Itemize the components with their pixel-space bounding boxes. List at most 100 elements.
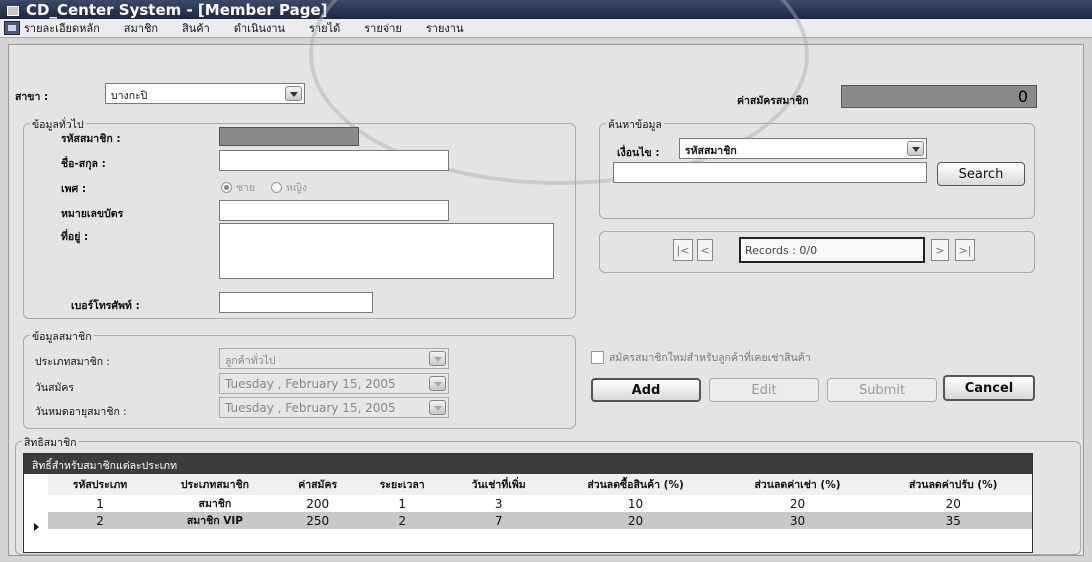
address-field[interactable] — [219, 223, 554, 279]
cell-fee: 250 — [277, 512, 358, 529]
expire-date-value: Tuesday , February 15, 2005 — [225, 401, 396, 415]
cell-extra-rent-days: 3 — [446, 495, 551, 512]
branch-value: บางกะปิ — [111, 90, 148, 102]
cell-duration: 2 — [357, 512, 447, 529]
rights-table: รหัสประเภท ประเภทสมาชิก ค่าสมัคร ระยะเวล… — [48, 474, 1032, 529]
branch-label: สาขา : — [15, 91, 49, 103]
name-label: ชื่อ-สกุล : — [61, 158, 106, 170]
col-fine-discount[interactable]: ส่วนลดค่าปรับ (%) — [874, 474, 1032, 495]
cell-rent-discount: 20 — [720, 495, 875, 512]
name-field[interactable] — [219, 150, 449, 171]
window-title: CD_Center System - [Member Page] — [26, 0, 328, 19]
cell-fine-discount: 20 — [874, 495, 1032, 512]
edit-button[interactable]: Edit — [709, 378, 819, 402]
last-record-button[interactable]: >| — [955, 239, 975, 261]
join-date-label: วันสมัคร — [35, 382, 75, 394]
radio-dot — [271, 182, 282, 193]
member-id-field — [219, 127, 359, 146]
menu-item-expenses[interactable]: รายจ่าย — [364, 19, 412, 37]
gender-female-radio[interactable]: หญิง — [271, 179, 307, 196]
search-condition-select[interactable]: รหัสสมาชิก — [679, 138, 927, 159]
records-counter: Records : 0/0 — [739, 237, 925, 263]
col-fee[interactable]: ค่าสมัคร — [277, 474, 358, 495]
cell-fine-discount: 35 — [874, 512, 1032, 529]
cell-duration: 1 — [357, 495, 447, 512]
rights-grid-caption: สิทธิ์สำหรับสมาชิกแต่ละประเภท — [24, 454, 1032, 474]
col-member-type[interactable]: ประเภทสมาชิก — [152, 474, 278, 495]
cell-type-code: 2 — [48, 512, 153, 529]
col-duration[interactable]: ระยะเวลา — [357, 474, 447, 495]
search-title: ค้นหาข้อมูล — [606, 116, 664, 133]
search-condition-label: เงื่อนไข : — [617, 147, 660, 159]
expire-date-picker[interactable]: Tuesday , February 15, 2005 — [219, 397, 449, 418]
app-icon — [6, 4, 20, 16]
add-button[interactable]: Add — [591, 378, 701, 402]
member-form: สาขา : บางกะปิ ค่าสมัครสมาชิก 0 ข้อมูลทั… — [8, 0, 1084, 556]
first-record-button[interactable]: |< — [673, 239, 693, 261]
join-date-value: Tuesday , February 15, 2005 — [225, 377, 396, 391]
table-row[interactable]: 1 สมาชิก 200 1 3 10 20 20 — [48, 495, 1032, 512]
next-record-button[interactable]: > — [931, 239, 949, 261]
cell-rent-discount: 30 — [720, 512, 875, 529]
cell-extra-rent-days: 7 — [446, 512, 551, 529]
new-member-checkbox[interactable]: สมัครสมาชิกใหม่สำหรับลูกค้าที่เคยเช่าสิน… — [591, 349, 811, 366]
chevron-down-icon[interactable] — [907, 141, 924, 156]
chevron-down-icon[interactable] — [285, 86, 302, 101]
cell-fee: 200 — [277, 495, 358, 512]
radio-dot — [221, 182, 232, 193]
table-row[interactable]: 2 สมาชิก VIP 250 2 7 20 30 35 — [48, 512, 1032, 529]
checkbox-box — [591, 351, 604, 364]
chevron-down-icon[interactable] — [429, 400, 446, 415]
current-row-pointer-icon — [34, 523, 39, 531]
fee-value: 0 — [841, 85, 1037, 108]
fee-label: ค่าสมัครสมาชิก — [737, 95, 809, 107]
cell-type-code: 1 — [48, 495, 153, 512]
member-id-label: รหัสสมาชิก : — [61, 133, 121, 145]
address-label: ที่อยู่ : — [61, 231, 89, 243]
menu-item-products[interactable]: สินค้า — [182, 19, 220, 37]
new-member-checkbox-label: สมัครสมาชิกใหม่สำหรับลูกค้าที่เคยเช่าสิน… — [609, 352, 811, 364]
col-extra-rent-days[interactable]: วันเช่าที่เพิ่ม — [446, 474, 551, 495]
phone-field[interactable] — [219, 292, 373, 313]
gender-female-label: หญิง — [286, 182, 307, 194]
menu-item-reports[interactable]: รายงาน — [426, 19, 474, 37]
col-rent-discount[interactable]: ส่วนลดค่าเช่า (%) — [720, 474, 875, 495]
join-date-picker[interactable]: Tuesday , February 15, 2005 — [219, 373, 449, 394]
cell-purchase-discount: 20 — [550, 512, 721, 529]
member-type-select[interactable]: ลูกค้าทั่วไป — [219, 348, 449, 369]
cell-purchase-discount: 10 — [550, 495, 721, 512]
gender-label: เพศ : — [61, 183, 87, 195]
prev-record-button[interactable]: < — [697, 239, 713, 261]
member-rights-title: สิทธิสมาชิก — [22, 434, 79, 451]
window-titlebar: CD_Center System - [Member Page] — [0, 0, 1092, 19]
search-condition-value: รหัสสมาชิก — [685, 145, 737, 157]
expire-date-label: วันหมดอายุสมาชิก : — [35, 406, 127, 418]
card-label: หมายเลขบัตร — [61, 208, 124, 220]
membership-info-title: ข้อมูลสมาชิก — [30, 328, 94, 345]
menu-item-main-details[interactable]: รายละเอียดหลัก — [24, 19, 110, 37]
card-number-field[interactable] — [219, 200, 449, 221]
phone-label: เบอร์โทรศัพท์ : — [71, 300, 140, 312]
rights-header-row: รหัสประเภท ประเภทสมาชิก ค่าสมัคร ระยะเวล… — [48, 474, 1032, 495]
chevron-down-icon[interactable] — [429, 376, 446, 391]
rights-grid: สิทธิ์สำหรับสมาชิกแต่ละประเภท รหัสประเภท… — [23, 453, 1033, 553]
menu-bar: รายละเอียดหลัก สมาชิก สินค้า ดำเนินงาน ร… — [0, 19, 1092, 38]
menu-item-operations[interactable]: ดำเนินงาน — [234, 19, 295, 37]
col-type-code[interactable]: รหัสประเภท — [48, 474, 153, 495]
gender-male-label: ชาย — [236, 182, 256, 194]
member-type-value: ลูกค้าทั่วไป — [225, 355, 276, 367]
cancel-button[interactable]: Cancel — [943, 375, 1035, 401]
search-button[interactable]: Search — [937, 162, 1025, 186]
menu-item-income[interactable]: รายได้ — [309, 19, 350, 37]
branch-select[interactable]: บางกะปิ — [105, 83, 305, 104]
cell-member-type: สมาชิก VIP — [152, 512, 278, 529]
member-type-label: ประเภทสมาชิก : — [35, 356, 110, 368]
form-icon — [4, 21, 20, 35]
chevron-down-icon[interactable] — [429, 351, 446, 366]
menu-item-members[interactable]: สมาชิก — [124, 19, 168, 37]
gender-male-radio[interactable]: ชาย — [221, 179, 255, 196]
cell-member-type: สมาชิก — [152, 495, 278, 512]
submit-button[interactable]: Submit — [827, 378, 937, 402]
search-input[interactable] — [613, 162, 927, 183]
col-purchase-discount[interactable]: ส่วนลดซื้อสินค้า (%) — [550, 474, 721, 495]
